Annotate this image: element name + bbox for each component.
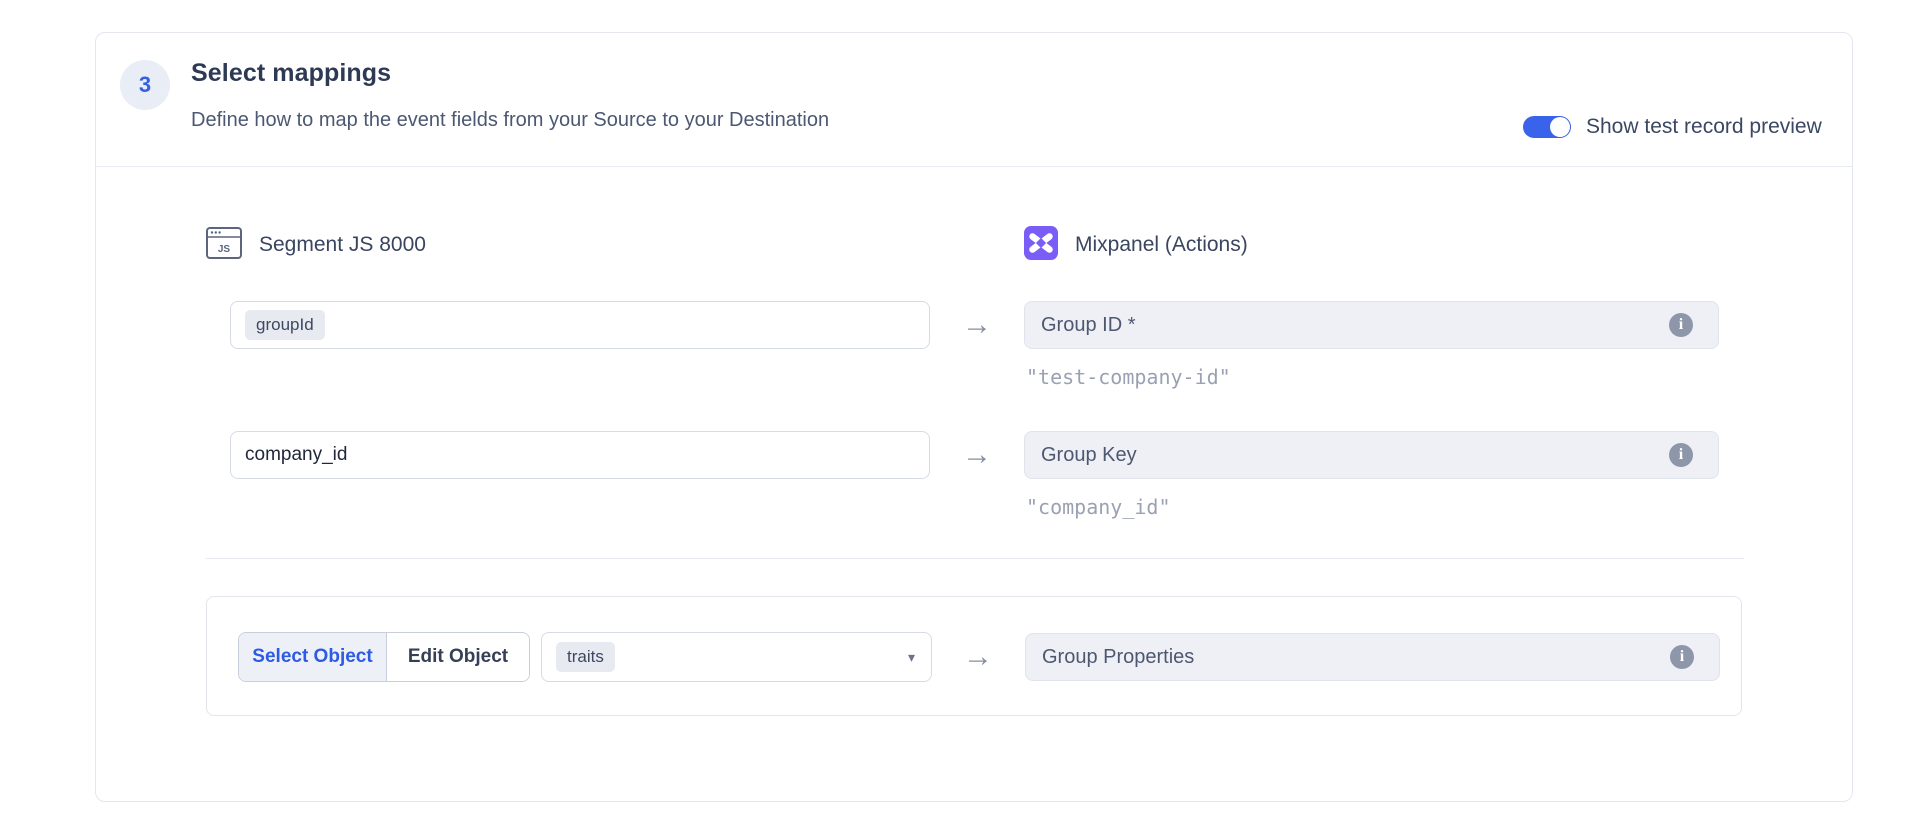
toggle-knob-icon xyxy=(1550,117,1570,137)
source-name: Segment JS 8000 xyxy=(259,233,426,257)
mapping-source-input-groupid[interactable]: groupId xyxy=(230,301,930,349)
destination-field-group-key: Group Key i xyxy=(1024,431,1719,479)
section-divider xyxy=(206,558,1744,559)
toggle-label: Show test record preview xyxy=(1586,115,1822,139)
object-source-dropdown[interactable]: traits ▾ xyxy=(541,632,932,682)
mixpanel-icon xyxy=(1024,226,1058,265)
arrow-right-icon: → xyxy=(953,632,1003,682)
step-number: 3 xyxy=(139,72,151,98)
destination-field-label: Group ID * xyxy=(1041,314,1135,337)
step-number-badge: 3 xyxy=(120,60,170,110)
select-object-button[interactable]: Select Object xyxy=(239,633,387,681)
test-preview-value: "test-company-id" xyxy=(1026,365,1231,389)
typed-field-value: company_id xyxy=(245,444,347,466)
info-icon[interactable]: i xyxy=(1669,443,1693,467)
source-header: JS Segment JS 8000 xyxy=(206,227,426,263)
destination-name: Mixpanel (Actions) xyxy=(1075,233,1248,257)
test-preview-value: "company_id" xyxy=(1026,495,1171,519)
mapping-source-input-company-id[interactable]: company_id xyxy=(230,431,930,479)
destination-field-label: Group Properties xyxy=(1042,646,1194,669)
info-icon[interactable]: i xyxy=(1670,645,1694,669)
select-mappings-card: 3 Select mappings Define how to map the … xyxy=(95,32,1853,802)
destination-field-group-id: Group ID * i xyxy=(1024,301,1719,349)
arrow-right-icon: → xyxy=(952,301,1002,349)
info-icon[interactable]: i xyxy=(1669,313,1693,337)
header-divider xyxy=(96,166,1852,167)
page-subtitle: Define how to map the event fields from … xyxy=(191,109,829,132)
edit-object-button[interactable]: Edit Object xyxy=(387,633,529,681)
chevron-down-icon: ▾ xyxy=(908,649,915,666)
object-mode-segmented-control: Select Object Edit Object xyxy=(238,632,530,682)
test-record-preview-control: Show test record preview xyxy=(1523,115,1822,139)
browser-js-icon: JS xyxy=(206,227,242,264)
destination-field-group-properties: Group Properties i xyxy=(1025,633,1720,681)
field-token: traits xyxy=(556,642,615,672)
destination-header: Mixpanel (Actions) xyxy=(1024,227,1248,263)
show-test-record-toggle[interactable] xyxy=(1523,116,1571,138)
destination-field-label: Group Key xyxy=(1041,444,1137,467)
page-title: Select mappings xyxy=(191,57,391,89)
field-token[interactable]: groupId xyxy=(245,310,325,340)
arrow-right-icon: → xyxy=(952,431,1002,479)
svg-text:JS: JS xyxy=(218,244,231,255)
object-mapping-card: Select Object Edit Object traits ▾ → Gro… xyxy=(206,596,1742,716)
